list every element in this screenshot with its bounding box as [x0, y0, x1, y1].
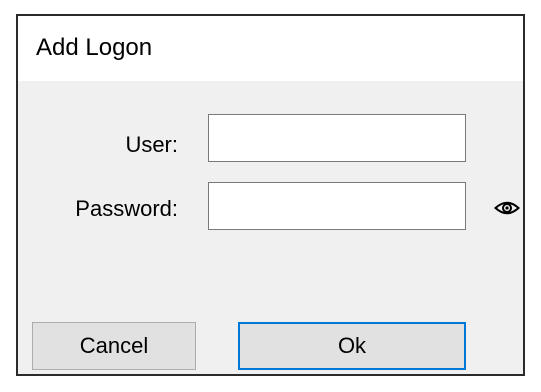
dialog-title: Add Logon: [36, 34, 153, 61]
password-label: Password:: [75, 196, 178, 221]
user-label: User:: [125, 132, 178, 157]
cancel-button[interactable]: Cancel: [32, 322, 196, 370]
user-input[interactable]: [208, 114, 466, 162]
dialog-title-bar: Add Logon: [18, 16, 523, 81]
ok-button[interactable]: Ok: [238, 322, 466, 370]
add-logon-dialog: Add Logon User: Password: Cancel Ok: [16, 14, 525, 376]
eye-icon[interactable]: [494, 200, 520, 216]
password-input[interactable]: [208, 182, 466, 230]
